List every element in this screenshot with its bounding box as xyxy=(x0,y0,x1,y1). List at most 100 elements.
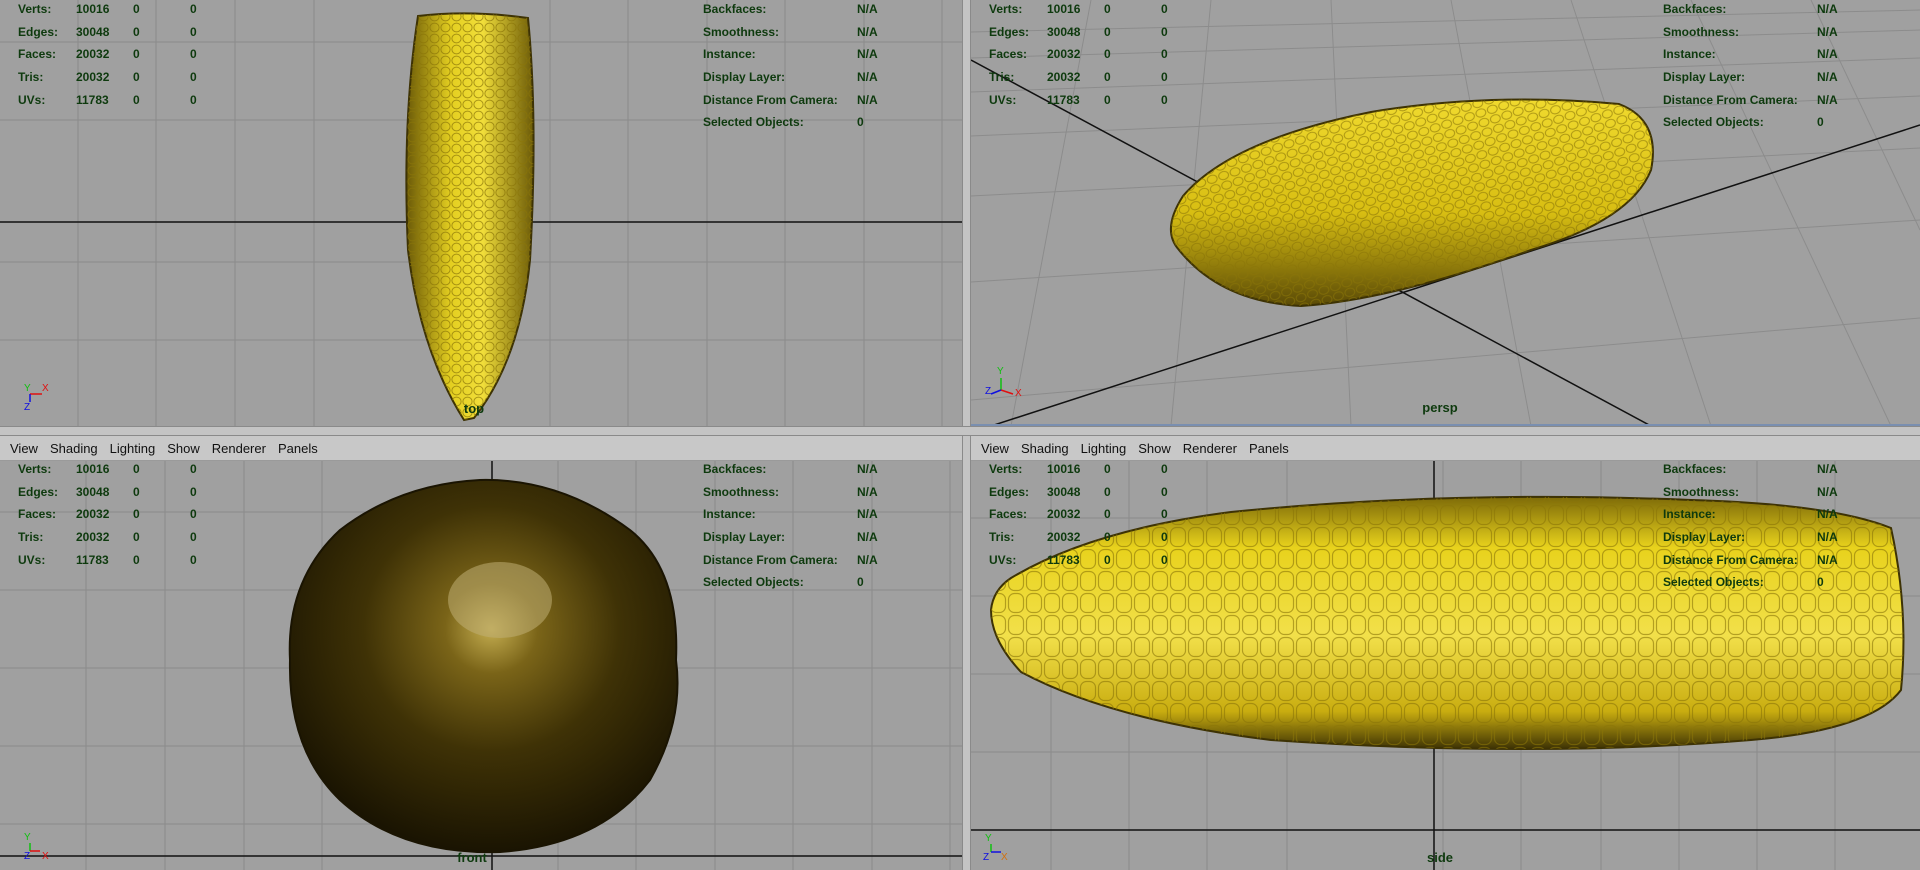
hud-info-value: N/A xyxy=(857,70,878,85)
hud-stat-label: Edges: xyxy=(18,484,59,499)
hud-stat-value: 20032 xyxy=(76,507,110,522)
menu-show[interactable]: Show xyxy=(161,441,206,456)
hud-info-row: Selected Objects: 0 xyxy=(1663,575,1838,598)
hud-stat-value: 0 xyxy=(1104,507,1111,522)
hud-stat-row: Verts: 10016 0 0 xyxy=(18,462,197,485)
hud-info-row: Backfaces: N/A xyxy=(703,462,878,485)
menu-shading[interactable]: Shading xyxy=(1015,441,1075,456)
hud-info-value: N/A xyxy=(1817,530,1838,545)
hud-poly-count: Verts: 10016 0 0 Edges: 30048 0 0 Faces: 20032 0 0 T… xyxy=(989,2,1168,115)
hud-stat-value: 0 xyxy=(1104,24,1111,39)
corn-mesh-front[interactable] xyxy=(288,478,679,854)
menu-lighting[interactable]: Lighting xyxy=(104,441,162,456)
hud-stat-value: 20032 xyxy=(1047,47,1081,62)
hud-stat-value: 0 xyxy=(190,462,197,476)
hud-info: Backfaces: N/A Smoothness: N/A Instance: N/A D… xyxy=(703,462,878,598)
axis-x-icon: X xyxy=(42,383,49,394)
axis-gizmo-persp: Y Z X xyxy=(985,364,1025,405)
hud-stat-value: 11783 xyxy=(1047,92,1080,107)
hud-stat-value: 11783 xyxy=(76,552,109,567)
hud-stat-value: 11783 xyxy=(76,92,109,107)
hud-info-label: Smoothness: xyxy=(1663,484,1740,499)
hud-poly-count: Verts: 10016 0 0 Edges: 30048 0 0 Faces: 20032 0 0 T… xyxy=(989,462,1168,575)
axis-x-icon: X xyxy=(42,851,49,861)
hud-info-row: Backfaces: N/A xyxy=(1663,462,1838,485)
axis-x-icon: X xyxy=(1001,852,1008,862)
panel-divider-horizontal[interactable] xyxy=(0,426,1920,436)
hud-info-label: Backfaces: xyxy=(1663,2,1727,16)
hud-stat-value: 0 xyxy=(133,70,140,85)
menu-renderer[interactable]: Renderer xyxy=(206,441,272,456)
hud-stat-row: Tris: 20032 0 0 xyxy=(18,70,197,93)
hud-info-label: Selected Objects: xyxy=(1663,115,1764,130)
camera-label-side: side xyxy=(1426,850,1454,865)
axis-x-icon: X xyxy=(1015,388,1022,399)
viewport-side[interactable]: View Shading Lighting Show Renderer Panels xyxy=(971,436,1920,870)
hud-info-row: Display Layer: N/A xyxy=(1663,70,1838,93)
hud-poly-count: Verts: 10016 0 0 Edges: 30048 0 0 Faces: 20032 0 0 T… xyxy=(18,2,197,115)
hud-info-value: 0 xyxy=(857,115,864,130)
hud-info-value: N/A xyxy=(1817,552,1838,567)
hud-stat-value: 0 xyxy=(190,92,197,107)
hud-info-label: Distance From Camera: xyxy=(1663,552,1798,567)
hud-info-row: Distance From Camera: N/A xyxy=(703,93,878,116)
hud-stat-value: 20032 xyxy=(1047,530,1081,545)
hud-info-label: Selected Objects: xyxy=(1663,575,1764,590)
menu-view[interactable]: View xyxy=(4,441,44,456)
menu-renderer[interactable]: Renderer xyxy=(1177,441,1243,456)
axis-z-icon: Z xyxy=(983,852,989,862)
menu-lighting[interactable]: Lighting xyxy=(1075,441,1133,456)
hud-stat-value: 0 xyxy=(1104,92,1111,107)
menu-show[interactable]: Show xyxy=(1132,441,1177,456)
hud-info-value: 0 xyxy=(1817,575,1824,590)
viewport-top[interactable]: Y X Z top Verts: 10016 0 0 Edges: 30048 0 0 Face… xyxy=(0,0,962,426)
axis-z-icon: Z xyxy=(24,402,30,412)
hud-stat-row: Tris: 20032 0 0 xyxy=(18,530,197,553)
hud-info-row: Distance From Camera: N/A xyxy=(703,553,878,576)
hud-stat-row: Verts: 10016 0 0 xyxy=(18,2,197,25)
hud-stat-row: Verts: 10016 0 0 xyxy=(989,462,1168,485)
hud-stat-row: Edges: 30048 0 0 xyxy=(18,25,197,48)
menu-shading[interactable]: Shading xyxy=(44,441,104,456)
hud-stat-value: 20032 xyxy=(76,70,110,85)
hud-stat-label: Edges: xyxy=(18,24,59,39)
hud-info-label: Instance: xyxy=(1663,507,1716,522)
hud-stat-label: Faces: xyxy=(989,507,1028,522)
menu-panels[interactable]: Panels xyxy=(1243,441,1295,456)
corn-mesh-top[interactable] xyxy=(405,12,535,422)
hud-stat-value: 0 xyxy=(1104,484,1111,499)
hud-info-value: N/A xyxy=(857,484,878,499)
hud-info-row: Selected Objects: 0 xyxy=(703,115,878,138)
hud-stat-value: 0 xyxy=(190,507,197,522)
hud-info-row: Selected Objects: 0 xyxy=(1663,115,1838,138)
hud-info-row: Instance: N/A xyxy=(1663,507,1838,530)
cob-end xyxy=(448,562,552,638)
hud-stat-value: 0 xyxy=(133,552,140,567)
hud-stat-row: Edges: 30048 0 0 xyxy=(18,485,197,508)
viewport-front[interactable]: View Shading Lighting Show Renderer Panels xyxy=(0,436,962,870)
hud-info-label: Smoothness: xyxy=(703,24,780,39)
viewport-persp[interactable]: Y Z X persp Verts: 10016 0 0 Edges: 30048 0 0 Fa… xyxy=(971,0,1920,426)
hud-info-row: Display Layer: N/A xyxy=(703,70,878,93)
corn-mesh-persp[interactable] xyxy=(1170,98,1654,308)
menu-view[interactable]: View xyxy=(975,441,1015,456)
hud-info-label: Distance From Camera: xyxy=(703,552,838,567)
hud-info-value: N/A xyxy=(857,2,878,16)
hud-stat-row: Faces: 20032 0 0 xyxy=(989,507,1168,530)
hud-stat-value: 0 xyxy=(190,47,197,62)
hud-stat-value: 10016 xyxy=(76,2,110,16)
hud-stat-label: Edges: xyxy=(989,484,1030,499)
hud-stat-row: Faces: 20032 0 0 xyxy=(989,47,1168,70)
hud-stat-value: 30048 xyxy=(76,24,110,39)
hud-stat-row: UVs: 11783 0 0 xyxy=(989,553,1168,576)
hud-stat-value: 0 xyxy=(133,24,140,39)
hud-info-value: N/A xyxy=(857,530,878,545)
hud-stat-value: 0 xyxy=(1161,552,1168,567)
hud-info-value: N/A xyxy=(1817,507,1838,522)
hud-stat-value: 0 xyxy=(133,530,140,545)
hud-stat-value: 0 xyxy=(1161,70,1168,85)
menu-panels[interactable]: Panels xyxy=(272,441,324,456)
camera-label-top: top xyxy=(463,401,485,416)
hud-stat-value: 0 xyxy=(1104,552,1111,567)
hud-info-row: Display Layer: N/A xyxy=(703,530,878,553)
